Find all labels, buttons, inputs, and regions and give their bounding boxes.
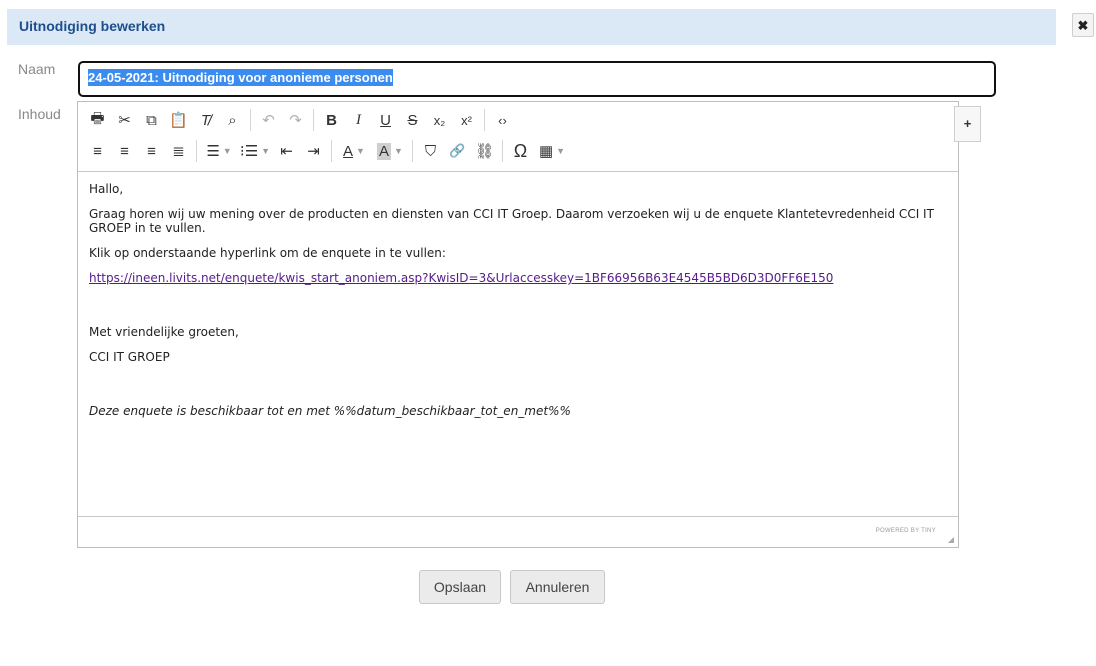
editor-statusbar: POWERED BY TINY ◢ (78, 516, 958, 547)
availability-note: Deze enquete is beschikbaar tot en met %… (89, 404, 571, 418)
background-color-icon: A (377, 142, 392, 160)
source-code-icon[interactable]: ‹› (489, 107, 516, 133)
editor-toolbar: 🖶 ✂ ⧉ 📋 T̸ ⌕ ↶ ↷ B I U S x₂ x² ‹› ≡ ≡ ≡ … (78, 102, 958, 172)
chevron-down-icon: ▼ (556, 146, 566, 156)
align-right-icon[interactable]: ≡ (138, 138, 165, 164)
copy-icon[interactable]: ⧉ (138, 107, 165, 133)
powered-by-label: POWERED BY TINY (875, 528, 936, 534)
toolbar-separator (484, 109, 485, 131)
rich-text-editor: 🖶 ✂ ⧉ 📋 T̸ ⌕ ↶ ↷ B I U S x₂ x² ‹› ≡ ≡ ≡ … (77, 101, 959, 548)
bullet-list-button[interactable]: ☰ ▼ (201, 138, 237, 164)
outdent-icon[interactable]: ⇤ (273, 138, 300, 164)
numbered-list-button[interactable]: ⁝☰ ▼ (237, 138, 273, 164)
cut-icon[interactable]: ✂ (111, 107, 138, 133)
subscript-icon[interactable]: x₂ (426, 107, 453, 133)
numbered-list-icon: ⁝☰ (239, 143, 259, 160)
toolbar-separator (412, 140, 413, 162)
naam-label: Naam (18, 61, 56, 77)
toolbar-separator (331, 140, 332, 162)
bookmark-icon[interactable]: ⛉ (417, 138, 444, 164)
chevron-down-icon: ▼ (222, 146, 232, 156)
indent-icon[interactable]: ⇥ (300, 138, 327, 164)
print-icon[interactable]: 🖶 (84, 107, 111, 133)
add-button[interactable]: + (954, 106, 981, 142)
closing-text: Met vriendelijke groeten, (89, 325, 239, 339)
undo-icon[interactable]: ↶ (255, 107, 282, 133)
bullet-list-icon: ☰ (206, 143, 220, 160)
toolbar-separator (250, 109, 251, 131)
cancel-button[interactable]: Annuleren (510, 570, 605, 604)
table-button[interactable]: ▦ ▼ (534, 138, 570, 164)
survey-link[interactable]: https://ineen.livits.net/enquete/kwis_st… (89, 271, 833, 285)
close-button[interactable]: ✖ (1072, 13, 1094, 37)
align-justify-icon[interactable]: ≣ (165, 138, 192, 164)
link-icon[interactable]: 🔗 (444, 138, 471, 164)
greeting-text: Hallo, (89, 182, 124, 196)
naam-value: 24-05-2021: Uitnodiging voor anonieme pe… (88, 69, 393, 86)
editor-content[interactable]: Hallo, Graag horen wij uw mening over de… (89, 182, 951, 429)
paragraph-1: Graag horen wij uw mening over de produc… (89, 207, 934, 235)
special-character-icon[interactable]: Ω (507, 138, 534, 164)
toolbar-row-2: ≡ ≡ ≡ ≣ ☰ ▼ ⁝☰ ▼ ⇤ ⇥ A ▼ A ▼ ⛉ 🔗 ⛓ Ω ▦ ▼ (84, 137, 570, 165)
redo-icon[interactable]: ↷ (282, 107, 309, 133)
clear-formatting-icon[interactable]: T̸ (192, 107, 219, 133)
strikethrough-icon[interactable]: S (399, 107, 426, 133)
bold-icon[interactable]: B (318, 107, 345, 133)
toolbar-separator (313, 109, 314, 131)
close-icon: ✖ (1077, 18, 1089, 33)
align-left-icon[interactable]: ≡ (84, 138, 111, 164)
dialog-title: Uitnodiging bewerken (19, 18, 166, 34)
dialog-titlebar: Uitnodiging bewerken (7, 9, 1056, 45)
chevron-down-icon: ▼ (394, 146, 403, 156)
toolbar-row-1: 🖶 ✂ ⧉ 📋 T̸ ⌕ ↶ ↷ B I U S x₂ x² ‹› (84, 106, 516, 134)
save-button[interactable]: Opslaan (419, 570, 501, 604)
toolbar-separator (502, 140, 503, 162)
italic-icon[interactable]: I (345, 107, 372, 133)
superscript-icon[interactable]: x² (453, 107, 480, 133)
find-replace-icon[interactable]: ⌕ (219, 107, 246, 133)
resize-handle-icon[interactable]: ◢ (948, 535, 954, 544)
table-icon: ▦ (538, 143, 554, 160)
background-color-button[interactable]: A ▼ (372, 138, 408, 164)
text-color-icon: A (343, 142, 354, 160)
align-center-icon[interactable]: ≡ (111, 138, 138, 164)
naam-input[interactable]: 24-05-2021: Uitnodiging voor anonieme pe… (78, 61, 996, 97)
paragraph-2: Klik op onderstaande hyperlink om de enq… (89, 246, 446, 260)
unlink-icon[interactable]: ⛓ (471, 138, 498, 164)
paste-icon[interactable]: 📋 (165, 107, 192, 133)
inhoud-label: Inhoud (18, 106, 61, 122)
underline-icon[interactable]: U (372, 107, 399, 133)
text-color-button[interactable]: A ▼ (336, 138, 372, 164)
signature-text: CCI IT GROEP (89, 350, 170, 364)
chevron-down-icon: ▼ (356, 146, 365, 156)
toolbar-separator (196, 140, 197, 162)
chevron-down-icon: ▼ (261, 146, 271, 156)
